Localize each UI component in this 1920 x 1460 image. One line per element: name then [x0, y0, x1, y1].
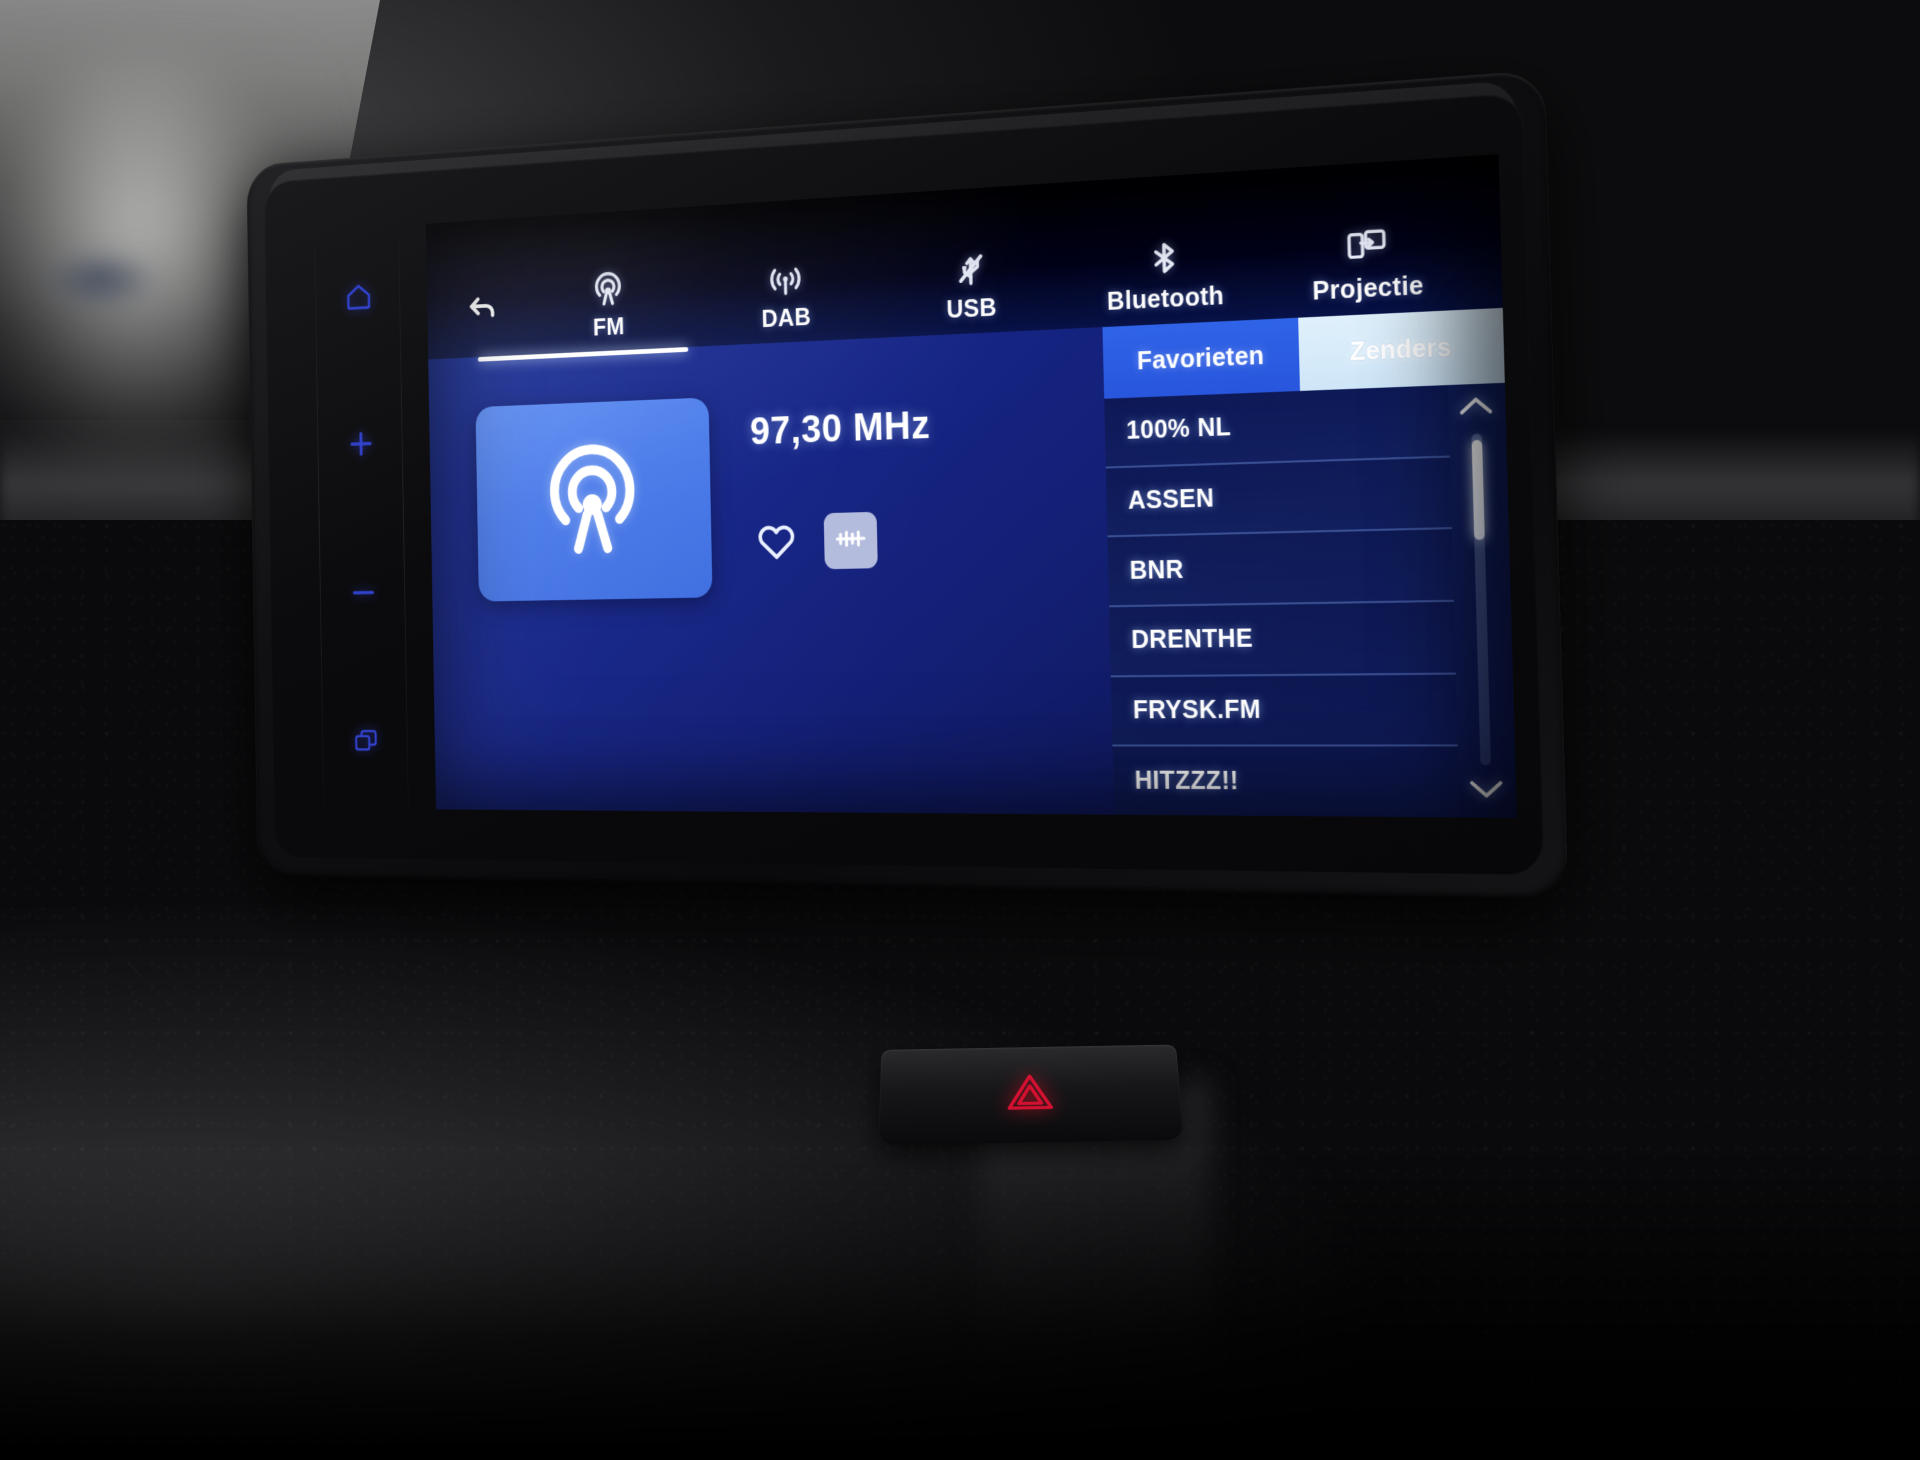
tab-favorieten-label: Favorieten — [1137, 341, 1265, 376]
now-playing-actions — [752, 510, 933, 571]
home-icon — [345, 280, 373, 317]
list-item[interactable]: DRENTHE — [1109, 602, 1456, 677]
volume-up-button[interactable] — [337, 419, 385, 474]
station-list-pane: Favorieten Zenders 100% NL ASSEN — [1102, 308, 1516, 818]
list-item[interactable]: HITZZZ!! — [1112, 747, 1459, 818]
tab-zenders-label: Zenders — [1349, 333, 1452, 367]
station-name: ASSEN — [1128, 484, 1215, 516]
equalizer-button[interactable] — [824, 512, 878, 569]
station-list: 100% NL ASSEN BNR DRENTHE — [1104, 385, 1460, 817]
list-item[interactable]: 100% NL — [1104, 385, 1450, 468]
radio-antenna-icon — [535, 434, 651, 566]
heart-outline-icon — [754, 515, 800, 569]
apps-button[interactable] — [342, 717, 390, 770]
radio-antenna-icon — [590, 265, 625, 308]
station-name: 100% NL — [1126, 413, 1231, 446]
bezel-seam-right — [398, 240, 408, 805]
screen-body: 97,30 MHz — [428, 308, 1517, 818]
station-list-wrapper: 100% NL ASSEN BNR DRENTHE — [1104, 383, 1517, 818]
minus-icon — [349, 577, 377, 613]
source-item-usb[interactable]: USB — [914, 242, 1028, 326]
back-arrow-icon — [463, 284, 502, 333]
volume-down-button[interactable] — [340, 568, 388, 622]
scroll-up-button[interactable] — [1457, 389, 1496, 426]
chevron-up-icon — [1457, 392, 1496, 424]
scrollbar-track[interactable] — [1471, 434, 1491, 766]
list-item[interactable]: FRYSK.FM — [1111, 674, 1458, 747]
tab-favorieten[interactable]: Favorieten — [1102, 318, 1300, 399]
source-label-dab: DAB — [761, 304, 811, 334]
usb-muted-icon — [951, 244, 989, 289]
source-label-fm: FM — [593, 313, 625, 342]
station-name: BNR — [1129, 555, 1184, 585]
source-item-bluetooth[interactable]: Bluetooth — [1105, 231, 1225, 317]
bluetooth-icon — [1144, 233, 1184, 279]
plus-icon — [347, 428, 375, 465]
list-scrollbar[interactable] — [1446, 383, 1517, 818]
station-meta: 97,30 MHz — [749, 388, 934, 597]
station-name: DRENTHE — [1131, 625, 1253, 656]
back-button[interactable] — [441, 264, 523, 353]
favorite-button[interactable] — [752, 516, 802, 569]
hazard-triangle-icon — [1005, 1071, 1056, 1117]
now-playing: 97,30 MHz — [475, 327, 1109, 601]
source-item-fm[interactable]: FM — [556, 263, 661, 344]
source-item-projectie[interactable]: Projectie — [1305, 219, 1430, 308]
source-label-usb: USB — [946, 294, 997, 325]
list-item[interactable]: BNR — [1107, 529, 1453, 607]
home-button[interactable] — [335, 270, 383, 325]
audio-waveform-icon — [832, 518, 869, 562]
station-name: HITZZZ!! — [1134, 766, 1239, 796]
station-artwork[interactable] — [475, 397, 712, 601]
station-name: FRYSK.FM — [1133, 696, 1262, 726]
list-item[interactable]: ASSEN — [1106, 457, 1452, 537]
chevron-down-icon — [1467, 776, 1506, 807]
screen-projection-icon — [1345, 221, 1389, 268]
background-object — [40, 250, 160, 310]
scroll-down-button[interactable] — [1467, 774, 1506, 810]
head-unit: FM DAB — [246, 70, 1568, 899]
source-label-bluetooth: Bluetooth — [1107, 282, 1225, 317]
source-item-dab[interactable]: DAB — [731, 253, 840, 335]
hazard-lights-button[interactable] — [878, 1045, 1183, 1146]
now-playing-pane: 97,30 MHz — [428, 327, 1114, 815]
frequency-display: 97,30 MHz — [750, 404, 931, 454]
tab-zenders[interactable]: Zenders — [1298, 308, 1505, 391]
hardware-button-strip — [309, 227, 416, 815]
dab-broadcast-icon — [767, 255, 804, 299]
infotainment-screen[interactable]: FM DAB — [426, 154, 1517, 818]
source-label-projectie: Projectie — [1312, 271, 1424, 306]
windows-stack-icon — [353, 727, 380, 761]
scrollbar-thumb[interactable] — [1472, 440, 1485, 540]
